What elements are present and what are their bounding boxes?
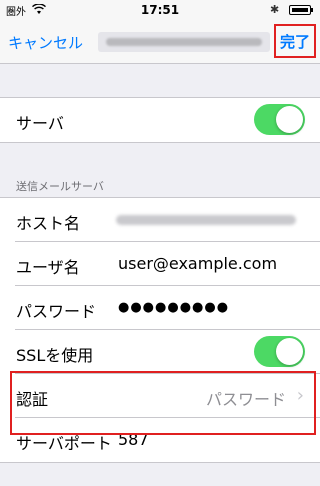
chevron-right-icon: › <box>296 385 304 406</box>
auth-row[interactable]: 認証 パスワード › <box>0 374 320 418</box>
auth-label: 認証 <box>16 390 49 409</box>
navigation-bar: キャンセル 完了 <box>0 20 320 64</box>
host-row[interactable]: ホスト名 <box>0 198 320 242</box>
password-value: ●●●●●●●●● <box>118 300 230 315</box>
ssl-row: SSLを使用 <box>0 330 320 374</box>
battery-icon <box>289 5 311 15</box>
host-value-blurred <box>116 215 296 225</box>
section-header: 送信メールサーバ <box>16 180 104 193</box>
server-label: サーバ <box>16 114 64 133</box>
host-label: ホスト名 <box>16 214 81 233</box>
server-toggle[interactable] <box>254 104 305 135</box>
port-label: サーバポート <box>16 434 112 453</box>
divider <box>0 462 320 463</box>
status-bar: 圏外 17:51 ✱ <box>0 0 320 20</box>
bluetooth-icon: ✱ <box>270 3 280 16</box>
battery-tip <box>311 8 313 12</box>
port-value: 587 <box>118 430 149 449</box>
cancel-button[interactable]: キャンセル <box>8 32 83 53</box>
ssl-label: SSLを使用 <box>16 346 94 365</box>
ssl-toggle[interactable] <box>254 336 305 367</box>
server-row: サーバ <box>0 98 320 142</box>
divider <box>0 142 320 143</box>
username-label: ユーザ名 <box>16 258 80 277</box>
password-label: パスワード <box>16 302 97 321</box>
auth-value: パスワード <box>205 390 286 409</box>
username-row[interactable]: ユーザ名 user@example.com <box>0 242 320 286</box>
password-row[interactable]: パスワード ●●●●●●●●● <box>0 286 320 330</box>
done-button[interactable]: 完了 <box>274 24 316 58</box>
nav-title-blurred <box>98 32 270 52</box>
port-row[interactable]: サーバポート 587 <box>0 418 320 462</box>
done-label: 完了 <box>279 32 310 51</box>
username-value: user@example.com <box>118 254 278 273</box>
